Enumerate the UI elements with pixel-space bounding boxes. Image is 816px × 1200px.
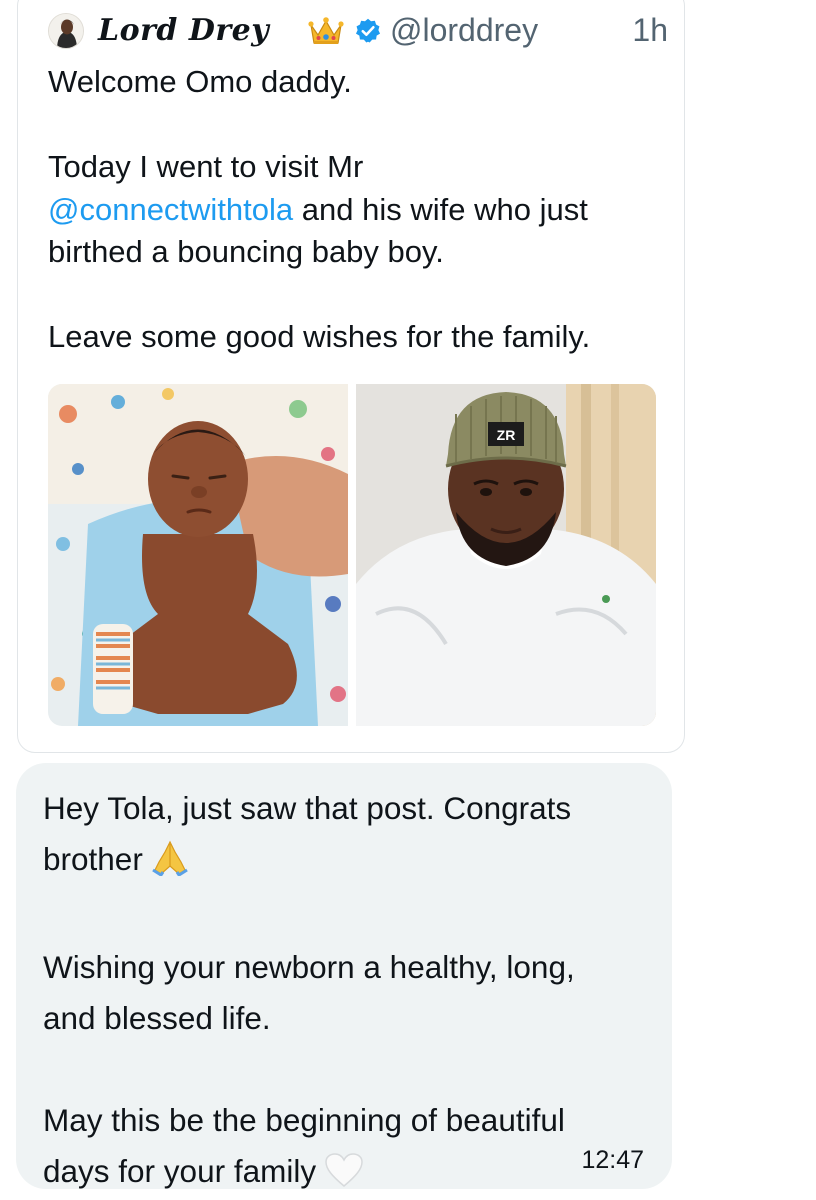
tweet-line: Leave some good wishes for the family. [48,319,591,354]
tweet-media-grid: ZR [48,384,656,726]
cap-logo: ZR [497,427,516,443]
tweet-line: Welcome Omo daddy. [48,64,352,99]
verified-badge-icon [354,17,382,45]
baby-photo[interactable] [48,384,348,726]
message-line: and blessed life. [43,1000,271,1036]
tweet-line: birthed a bouncing baby boy. [48,234,444,269]
message-text: Hey Tola, just saw that post. Congrats b… [43,783,653,1200]
crown-icon [308,15,344,47]
message-line: Hey Tola, just saw that post. Congrats [43,790,572,826]
display-name[interactable]: Lord Drey [98,13,269,48]
man-selfie-photo[interactable]: ZR [356,384,656,726]
message-line: May this be the beginning of beautiful [43,1102,565,1138]
tweet-body: Welcome Omo daddy. Today I went to visit… [48,61,668,359]
message-line: Wishing your newborn a healthy, long, [43,949,575,985]
quoted-tweet-card[interactable]: Lord Drey @lorddrey 1h Welcome Omo daddy… [17,0,685,753]
tweet-line: @connectwithtola and his wife who just [48,191,588,227]
avatar[interactable] [48,13,84,49]
message-bubble[interactable]: Hey Tola, just saw that post. Congrats b… [16,763,672,1189]
message-line: days for your family [43,1146,653,1200]
folded-hands-icon [151,840,189,891]
mention-link[interactable]: @connectwithtola [48,192,293,227]
tweet-line: Today I went to visit Mr [48,149,364,184]
white-heart-icon [324,1152,364,1200]
tweet-header: Lord Drey @lorddrey 1h [48,11,668,51]
tweet-timestamp[interactable]: 1h [632,12,668,49]
message-timestamp: 12:47 [581,1146,644,1174]
message-line: brother [43,834,653,891]
user-handle[interactable]: @lorddrey [390,12,538,49]
